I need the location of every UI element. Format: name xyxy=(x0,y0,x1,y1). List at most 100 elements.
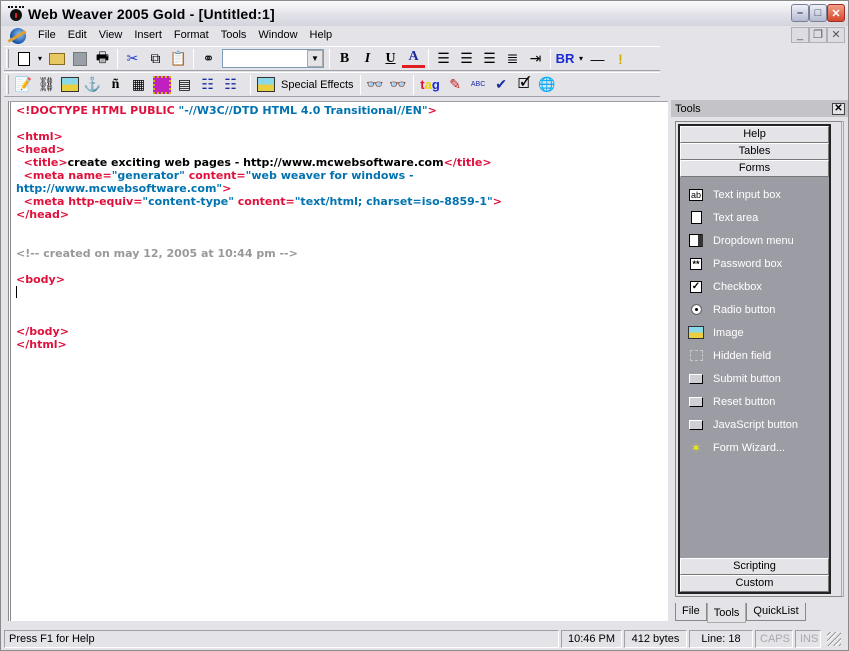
media-button[interactable] xyxy=(150,74,173,96)
find-combo[interactable]: ▼ xyxy=(222,49,324,68)
mdi-close-button[interactable]: ✕ xyxy=(827,27,845,43)
tool-item[interactable]: Reset button xyxy=(680,390,829,413)
table-wizard-button[interactable]: ▦ xyxy=(127,74,150,96)
code-line: </html> xyxy=(16,338,668,351)
menu-format[interactable]: Format xyxy=(168,26,215,45)
menu-help[interactable]: Help xyxy=(304,26,339,45)
copy-button[interactable]: ⧉ xyxy=(144,48,167,70)
code-line: <head> xyxy=(16,143,668,156)
minimize-button[interactable]: – xyxy=(791,4,809,22)
toolbar-separator xyxy=(117,48,118,69)
code-line: <body> xyxy=(16,273,668,286)
title-bar[interactable]: Web Weaver 2005 Gold - [Untitled:1] – □ … xyxy=(1,1,848,26)
align-left-button[interactable]: ☰ xyxy=(432,48,455,70)
align-right-button[interactable]: ☰ xyxy=(478,48,501,70)
menu-window[interactable]: Window xyxy=(252,26,303,45)
save-disk-icon xyxy=(72,51,87,66)
tool-item[interactable]: Image xyxy=(680,321,829,344)
close-button[interactable]: ✕ xyxy=(827,4,845,22)
paste-button[interactable]: 📋 xyxy=(167,48,190,70)
checklist-icon: 🗹 xyxy=(517,74,531,91)
resize-grip[interactable] xyxy=(827,632,841,646)
category-scripting[interactable]: Scripting xyxy=(680,558,829,575)
tag-button[interactable]: tag xyxy=(417,74,444,96)
status-caps: CAPS xyxy=(755,630,793,648)
scissors-icon: ✂ xyxy=(126,50,139,66)
numbered-list-button[interactable]: ☷ xyxy=(219,74,242,96)
color-picker-button[interactable]: ✎ xyxy=(444,74,467,96)
br-dropdown-arrow[interactable]: ▾ xyxy=(576,48,586,70)
special-char-button[interactable]: ñ xyxy=(104,74,127,96)
validate-button[interactable]: ✔ xyxy=(490,74,513,96)
tool-item[interactable]: JavaScript button xyxy=(680,413,829,436)
globe-icon: 🌐 xyxy=(538,76,556,92)
tool-item[interactable]: Radio button xyxy=(680,298,829,321)
category-tables[interactable]: Tables xyxy=(680,143,829,160)
indent-button[interactable]: ⇥ xyxy=(524,48,547,70)
mdi-restore-button[interactable]: ❐ xyxy=(809,27,827,43)
anchor-button[interactable]: ⚓ xyxy=(81,74,104,96)
preview2-button[interactable]: 👓 xyxy=(387,74,410,96)
br-button[interactable]: BR xyxy=(554,48,576,70)
category-forms[interactable]: Forms xyxy=(680,160,829,177)
tool-item[interactable]: ✶ Form Wizard... xyxy=(680,436,829,459)
save-button[interactable] xyxy=(68,48,91,70)
mdi-minimize-button[interactable]: _ xyxy=(791,27,809,43)
link-button[interactable]: ⛓ xyxy=(35,74,58,96)
open-button[interactable] xyxy=(45,48,68,70)
tool-item[interactable]: ✓ Checkbox xyxy=(680,275,829,298)
document-icon[interactable] xyxy=(10,27,26,44)
code-line: </head> xyxy=(16,208,668,221)
tab-quicklist[interactable]: QuickList xyxy=(746,603,806,621)
tool-item[interactable]: Dropdown menu xyxy=(680,229,829,252)
publish-button[interactable]: 🌐 xyxy=(536,74,559,96)
underline-button[interactable]: U xyxy=(379,48,402,70)
toolbar-grip[interactable] xyxy=(6,75,9,94)
menu-file[interactable]: File xyxy=(32,26,62,45)
preview-button[interactable]: 👓 xyxy=(364,74,387,96)
italic-button[interactable]: I xyxy=(356,48,379,70)
tool-item[interactable]: ** Password box xyxy=(680,252,829,275)
checklist-button[interactable]: 🗹 xyxy=(513,74,536,96)
tools-close-icon[interactable]: ✕ xyxy=(832,102,845,115)
code-editor[interactable]: <!DOCTYPE HTML PUBLIC "-//W3C//DTD HTML … xyxy=(8,101,668,621)
tool-item[interactable]: Text area xyxy=(680,206,829,229)
form-wizard-button[interactable]: ▤ xyxy=(173,74,196,96)
category-custom[interactable]: Custom xyxy=(680,575,829,592)
page-properties-button[interactable]: 📝 xyxy=(12,74,35,96)
tool-item[interactable]: Hidden field xyxy=(680,344,829,367)
tool-item[interactable]: Submit button xyxy=(680,367,829,390)
code-value: "content-type" xyxy=(142,195,234,208)
image-button[interactable] xyxy=(58,74,81,96)
toolbar-separator xyxy=(412,74,414,95)
align-center-button[interactable]: ☰ xyxy=(455,48,478,70)
print-button[interactable]: 🖶 xyxy=(91,48,114,70)
tab-file[interactable]: File xyxy=(675,603,707,621)
bullet-list-button[interactable]: ☷ xyxy=(196,74,219,96)
justify-button[interactable]: ≣ xyxy=(501,48,524,70)
toolbar-grip[interactable] xyxy=(6,49,9,68)
menu-view[interactable]: View xyxy=(93,26,129,45)
new-dropdown-arrow[interactable]: ▾ xyxy=(35,48,45,70)
chevron-down-icon[interactable]: ▼ xyxy=(307,50,323,67)
find-button[interactable]: ⚭ xyxy=(197,48,220,70)
menu-edit[interactable]: Edit xyxy=(62,26,93,45)
tool-item[interactable]: ab Text input box xyxy=(680,183,829,206)
special-effects-button[interactable]: Special Effects xyxy=(254,74,357,96)
cut-button[interactable]: ✂ xyxy=(121,48,144,70)
menu-insert[interactable]: Insert xyxy=(128,26,168,45)
code-value: "text/html; charset=iso-8859-1" xyxy=(294,195,493,208)
bold-button[interactable]: B xyxy=(333,48,356,70)
exclaim-button[interactable]: ! xyxy=(609,48,632,70)
font-color-button[interactable]: A xyxy=(402,49,425,68)
new-button[interactable] xyxy=(12,48,35,70)
maximize-button[interactable]: □ xyxy=(809,4,827,22)
code-tag: > xyxy=(492,195,502,208)
panel-tabs: File Tools QuickList xyxy=(675,603,806,623)
menu-tools[interactable]: Tools xyxy=(215,26,253,45)
category-help[interactable]: Help xyxy=(680,126,829,143)
tab-tools[interactable]: Tools xyxy=(706,603,747,623)
spellcheck-button[interactable]: ABC xyxy=(467,74,490,96)
horizontal-rule-button[interactable]: — xyxy=(586,48,609,70)
